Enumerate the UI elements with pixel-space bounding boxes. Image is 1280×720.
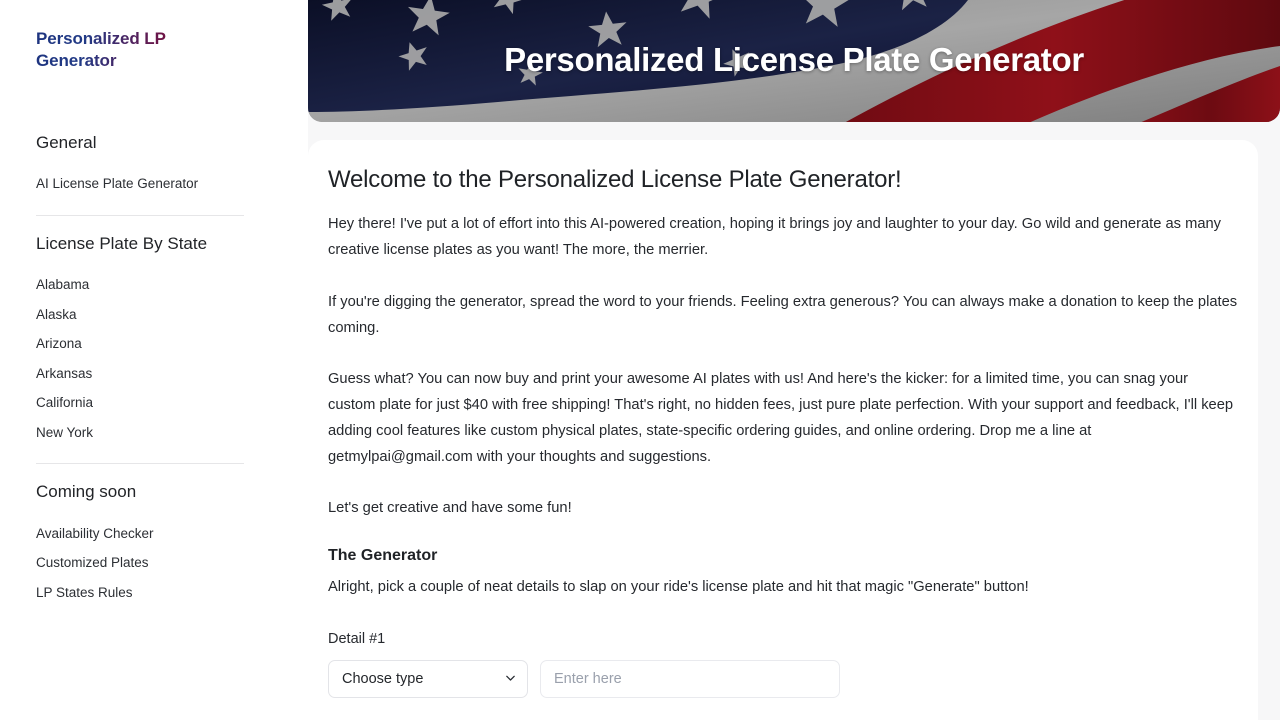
sidebar: Personalized LP Generator General AI Lic… (0, 0, 280, 720)
brand-title-line1: Personalized LP (36, 29, 166, 48)
sidebar-item-arizona[interactable]: Arizona (36, 329, 244, 359)
sidebar-item-customized-plates[interactable]: Customized Plates (36, 548, 244, 578)
banner-title: Personalized License Plate Generator (504, 41, 1084, 78)
detail-1-type-select[interactable]: Choose type (328, 659, 528, 698)
hero-banner: Personalized License Plate Generator (308, 0, 1280, 122)
detail-1-row: Choose type (328, 659, 1238, 698)
intro-paragraph-3: Guess what? You can now buy and print yo… (328, 370, 1234, 466)
sidebar-item-arkansas[interactable]: Arkansas (36, 359, 244, 389)
detail-1-value-input[interactable] (540, 659, 840, 698)
intro-paragraph-2: If you're digging the generator, spread … (328, 293, 1238, 336)
sidebar-item-alabama[interactable]: Alabama (36, 270, 244, 300)
content-card: Welcome to the Personalized License Plat… (308, 140, 1258, 720)
generator-lead: Alright, pick a couple of neat details t… (328, 579, 1029, 596)
sidebar-divider-2 (36, 463, 244, 465)
section-title-coming-soon: Coming soon (36, 482, 137, 502)
sidebar-section-states: License Plate By State Alabama Alaska Ar… (0, 234, 280, 447)
section-title-states: License Plate By State (36, 233, 208, 253)
intro-paragraph-4: Let's get creative and have some fun! (328, 500, 572, 517)
sidebar-item-lp-states-rules[interactable]: LP States Rules (36, 578, 244, 608)
detail-1-label: Detail #1 (328, 630, 386, 647)
sidebar-item-new-york[interactable]: New York (36, 418, 244, 448)
sidebar-item-california[interactable]: California (36, 388, 244, 418)
sidebar-item-availability-checker[interactable]: Availability Checker (36, 519, 244, 549)
sidebar-item-alaska[interactable]: Alaska (36, 300, 244, 330)
app-root: Personalized LP Generator General AI Lic… (0, 0, 1280, 720)
section-title-general: General (36, 132, 97, 152)
sidebar-item-ai-license-plate-generator[interactable]: AI License Plate Generator (36, 169, 244, 199)
intro-paragraph-1: Hey there! I've put a lot of effort into… (328, 216, 1222, 259)
detail-1-type-select-wrap: Choose type (328, 659, 528, 698)
sidebar-section-coming-soon: Coming soon Availability Checker Customi… (0, 482, 280, 607)
brand-title[interactable]: Personalized LP Generator (0, 28, 220, 73)
generator-section-title: The Generator (328, 546, 438, 564)
brand-title-line2: Generator (36, 51, 117, 71)
page-title: Welcome to the Personalized License Plat… (328, 166, 902, 193)
sidebar-section-general: General AI License Plate Generator (0, 133, 280, 199)
main-content: Personalized License Plate Generator Wel… (280, 0, 1280, 720)
sidebar-divider-1 (36, 214, 244, 216)
